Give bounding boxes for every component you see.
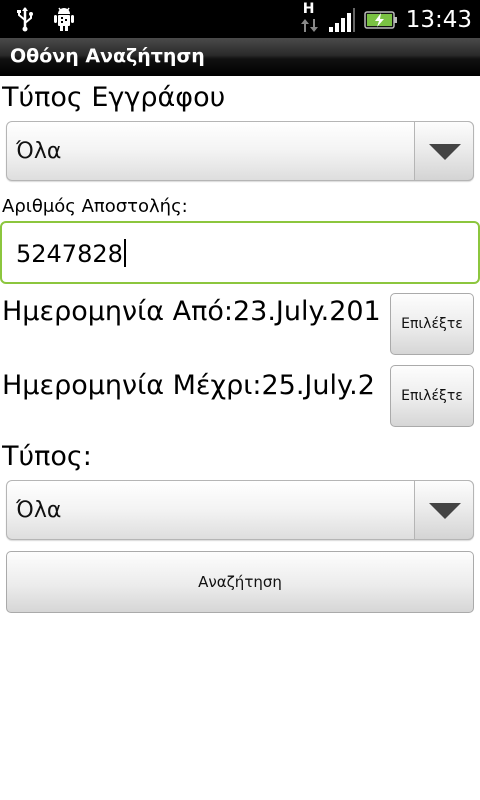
shipment-number-value: 5247828 [16,239,126,268]
clock: 13:43 [405,7,472,33]
shipment-number-text: 5247828 [16,240,123,268]
type-dropdown-button[interactable] [414,480,474,540]
chevron-down-icon [429,144,461,160]
signal-strength-icon [328,7,356,33]
shipment-number-label: Αριθμός Αποστολής: [2,196,188,217]
network-type-label: H [302,1,315,17]
status-bar: H 13:43 [0,0,480,38]
date-from-select-button[interactable]: Επιλέξτε [390,293,474,355]
usb-icon [14,6,36,32]
shipment-number-input[interactable]: 5247828 [0,221,480,284]
document-type-value: Όλα [16,139,62,164]
title-bar: Οθόνη Αναζήτηση [0,38,480,76]
text-cursor [123,239,126,267]
search-button[interactable]: Αναζήτηση [6,551,474,613]
date-to-select-button[interactable]: Επιλέξτε [390,365,474,427]
chevron-down-icon [429,503,461,519]
date-from-label: Ημερομηνία Από:23.July.201 [2,296,381,327]
document-type-label: Τύπος Εγγράφου [2,82,226,113]
page-title: Οθόνη Αναζήτηση [10,45,205,67]
document-type-dropdown-button[interactable] [414,121,474,181]
type-label: Τύπος: [2,441,92,472]
hspa-data-icon: H [300,1,320,35]
battery-charging-icon [363,9,398,31]
android-debug-icon [52,6,74,32]
date-to-label: Ημερομηνία Μέχρι:25.July.2 [2,370,375,401]
type-spinner[interactable]: Όλα [6,480,474,540]
type-value: Όλα [16,498,62,523]
document-type-spinner[interactable]: Όλα [6,121,474,181]
